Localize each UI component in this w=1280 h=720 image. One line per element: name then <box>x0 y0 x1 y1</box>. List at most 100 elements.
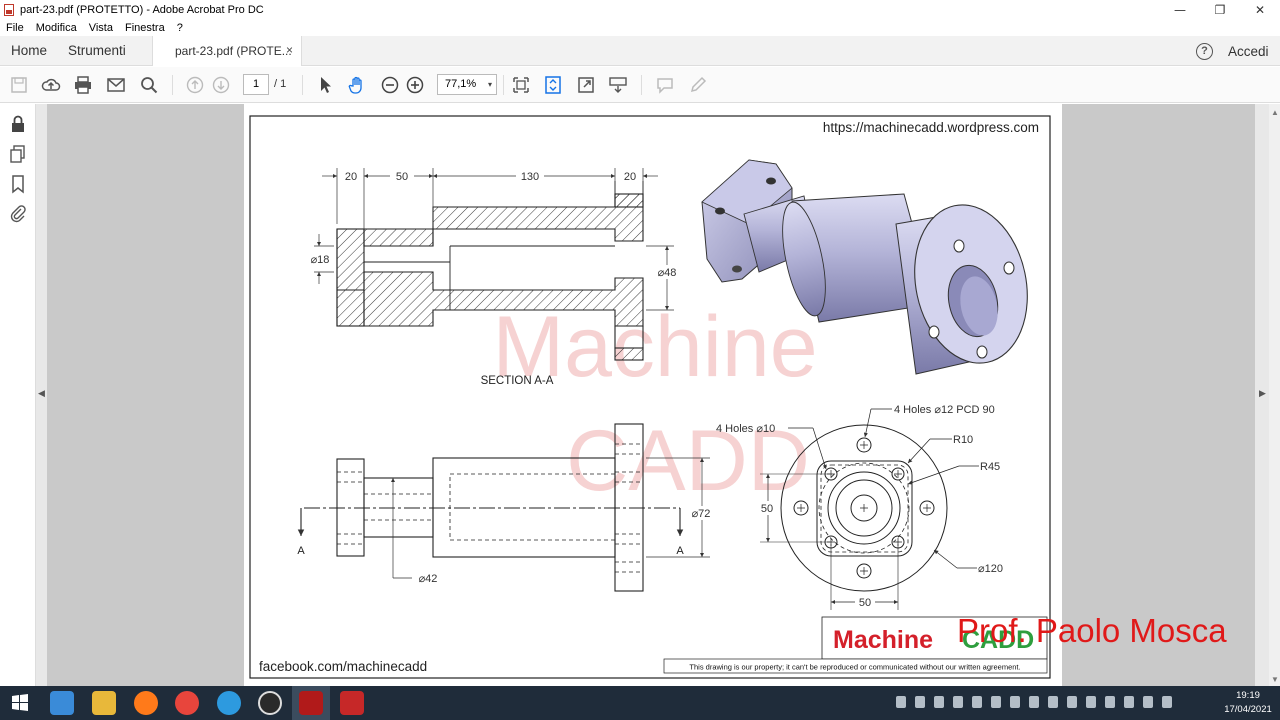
dim-130: 130 <box>521 171 539 183</box>
scroll-mode-icon[interactable] <box>543 75 563 95</box>
presenter-overlay: Prof. Paolo Mosca <box>957 612 1227 649</box>
autocad-icon[interactable] <box>340 691 364 715</box>
edge-icon[interactable] <box>217 691 241 715</box>
file-explorer-icon[interactable] <box>92 691 116 715</box>
vertical-scrollbar[interactable]: ▲ ▼ <box>1269 104 1280 686</box>
tray-icon[interactable] <box>1086 696 1096 708</box>
pdf-page: Machine CADD https://machinecadd.wordpre… <box>244 104 1062 686</box>
page-total-label: / 1 <box>274 78 287 90</box>
document-viewport: Machine CADD https://machinecadd.wordpre… <box>47 104 1255 686</box>
left-sidebar <box>0 104 36 686</box>
window-controls: — ❐ ✕ <box>1160 0 1280 20</box>
scroll-up-icon[interactable]: ▲ <box>1271 108 1279 117</box>
help-icon[interactable]: ? <box>1196 43 1213 60</box>
tab-document[interactable]: part-23.pdf (PROTE... × <box>152 36 302 66</box>
restore-button[interactable]: ❐ <box>1200 0 1240 20</box>
footer-notice: This drawing is our property; it can't b… <box>689 663 1020 672</box>
tab-home[interactable]: Home <box>11 43 47 58</box>
login-button[interactable]: Accedi <box>1228 44 1269 59</box>
menu-window[interactable]: Finestra <box>125 22 165 34</box>
tray-icon[interactable] <box>1124 696 1134 708</box>
label-dia-120: ⌀120 <box>978 563 1003 575</box>
windows-start-icon[interactable] <box>8 691 32 715</box>
dim-50: 50 <box>396 171 408 183</box>
fullscreen-icon[interactable] <box>576 75 596 95</box>
system-tray[interactable] <box>896 696 1181 712</box>
zoom-select[interactable]: 77,1% ▾ <box>437 74 497 95</box>
toolbar-separator <box>172 75 173 95</box>
toolbar-separator <box>641 75 642 95</box>
chevron-right-icon: ▶ <box>1259 388 1266 398</box>
zoom-out-icon[interactable] <box>380 75 400 95</box>
toolbar: 1 / 1 77,1% ▾ <box>0 67 1280 103</box>
tray-icon[interactable] <box>953 696 963 708</box>
obs-icon[interactable] <box>258 691 282 715</box>
paperclip-icon[interactable] <box>8 203 28 223</box>
tray-icon[interactable] <box>1010 696 1020 708</box>
fit-page-icon[interactable] <box>511 75 531 95</box>
dim-dia-18: ⌀18 <box>311 254 330 266</box>
section-marker-a-right: A <box>676 545 684 557</box>
page-number-input[interactable]: 1 <box>243 74 269 95</box>
email-icon[interactable] <box>106 75 126 95</box>
section-marker-a-left: A <box>297 545 305 557</box>
menu-help[interactable]: ? <box>177 22 183 34</box>
right-panel-toggle[interactable]: ▶ <box>1255 104 1269 686</box>
tray-icon[interactable] <box>1162 696 1172 708</box>
label-r10: R10 <box>953 434 973 446</box>
comment-icon[interactable] <box>655 75 675 95</box>
calculator-icon[interactable] <box>50 691 74 715</box>
select-cursor-icon[interactable] <box>315 75 335 95</box>
chevron-down-icon: ▾ <box>487 80 492 89</box>
taskbar-clock[interactable]: 19:19 17/04/2021 <box>1220 689 1276 717</box>
menu-file[interactable]: File <box>6 22 24 34</box>
search-icon[interactable] <box>139 75 159 95</box>
dim-dia-42: ⌀42 <box>419 573 438 585</box>
acrobat-app-icon <box>4 4 14 16</box>
dim-20-right: 20 <box>624 171 636 183</box>
print-icon[interactable] <box>73 75 93 95</box>
next-page-icon[interactable] <box>211 75 231 95</box>
drawing-frame <box>249 115 1051 679</box>
pages-icon[interactable] <box>8 144 28 164</box>
minimize-button[interactable]: — <box>1160 0 1200 20</box>
firefox-icon[interactable] <box>134 691 158 715</box>
acrobat-taskbar-icon <box>299 691 323 715</box>
save-icon[interactable] <box>9 75 29 95</box>
label-holes-12: 4 Holes ⌀12 PCD 90 <box>894 404 995 416</box>
tray-icon[interactable] <box>1105 696 1115 708</box>
tray-icon[interactable] <box>1029 696 1039 708</box>
menu-view[interactable]: Vista <box>89 22 113 34</box>
label-r45: R45 <box>980 461 1000 473</box>
tray-icon[interactable] <box>972 696 982 708</box>
tab-tools[interactable]: Strumenti <box>68 43 126 58</box>
tray-icon[interactable] <box>1143 696 1153 708</box>
toolbar-separator <box>302 75 303 95</box>
tray-icon[interactable] <box>896 696 906 708</box>
previous-page-icon[interactable] <box>185 75 205 95</box>
left-panel-toggle[interactable]: ◀ <box>36 104 47 686</box>
menu-edit[interactable]: Modifica <box>36 22 77 34</box>
clock-date: 17/04/2021 <box>1224 704 1272 715</box>
close-tab-icon[interactable]: × <box>286 43 293 57</box>
tray-icon[interactable] <box>1067 696 1077 708</box>
hand-tool-icon[interactable] <box>347 75 367 95</box>
tab-bar: Home Strumenti part-23.pdf (PROTE... × ?… <box>0 36 1280 66</box>
zoom-in-icon[interactable] <box>405 75 425 95</box>
lock-icon[interactable] <box>8 114 28 134</box>
tray-icon[interactable] <box>991 696 1001 708</box>
title-bar: part-23.pdf (PROTETTO) - Adobe Acrobat P… <box>0 0 1280 20</box>
close-window-button[interactable]: ✕ <box>1240 0 1280 20</box>
tray-icon[interactable] <box>915 696 925 708</box>
section-label: SECTION A-A <box>481 375 554 387</box>
scroll-down-icon[interactable]: ▼ <box>1271 675 1279 684</box>
chrome-icon[interactable] <box>175 691 199 715</box>
toolbar-separator <box>503 75 504 95</box>
tray-icon[interactable] <box>934 696 944 708</box>
tray-icon[interactable] <box>1048 696 1058 708</box>
chevron-left-icon: ◀ <box>38 388 45 398</box>
keyboard-tools-icon[interactable] <box>608 75 628 95</box>
pen-icon[interactable] <box>688 75 708 95</box>
bookmark-icon[interactable] <box>8 174 28 194</box>
upload-cloud-icon[interactable] <box>41 75 61 95</box>
